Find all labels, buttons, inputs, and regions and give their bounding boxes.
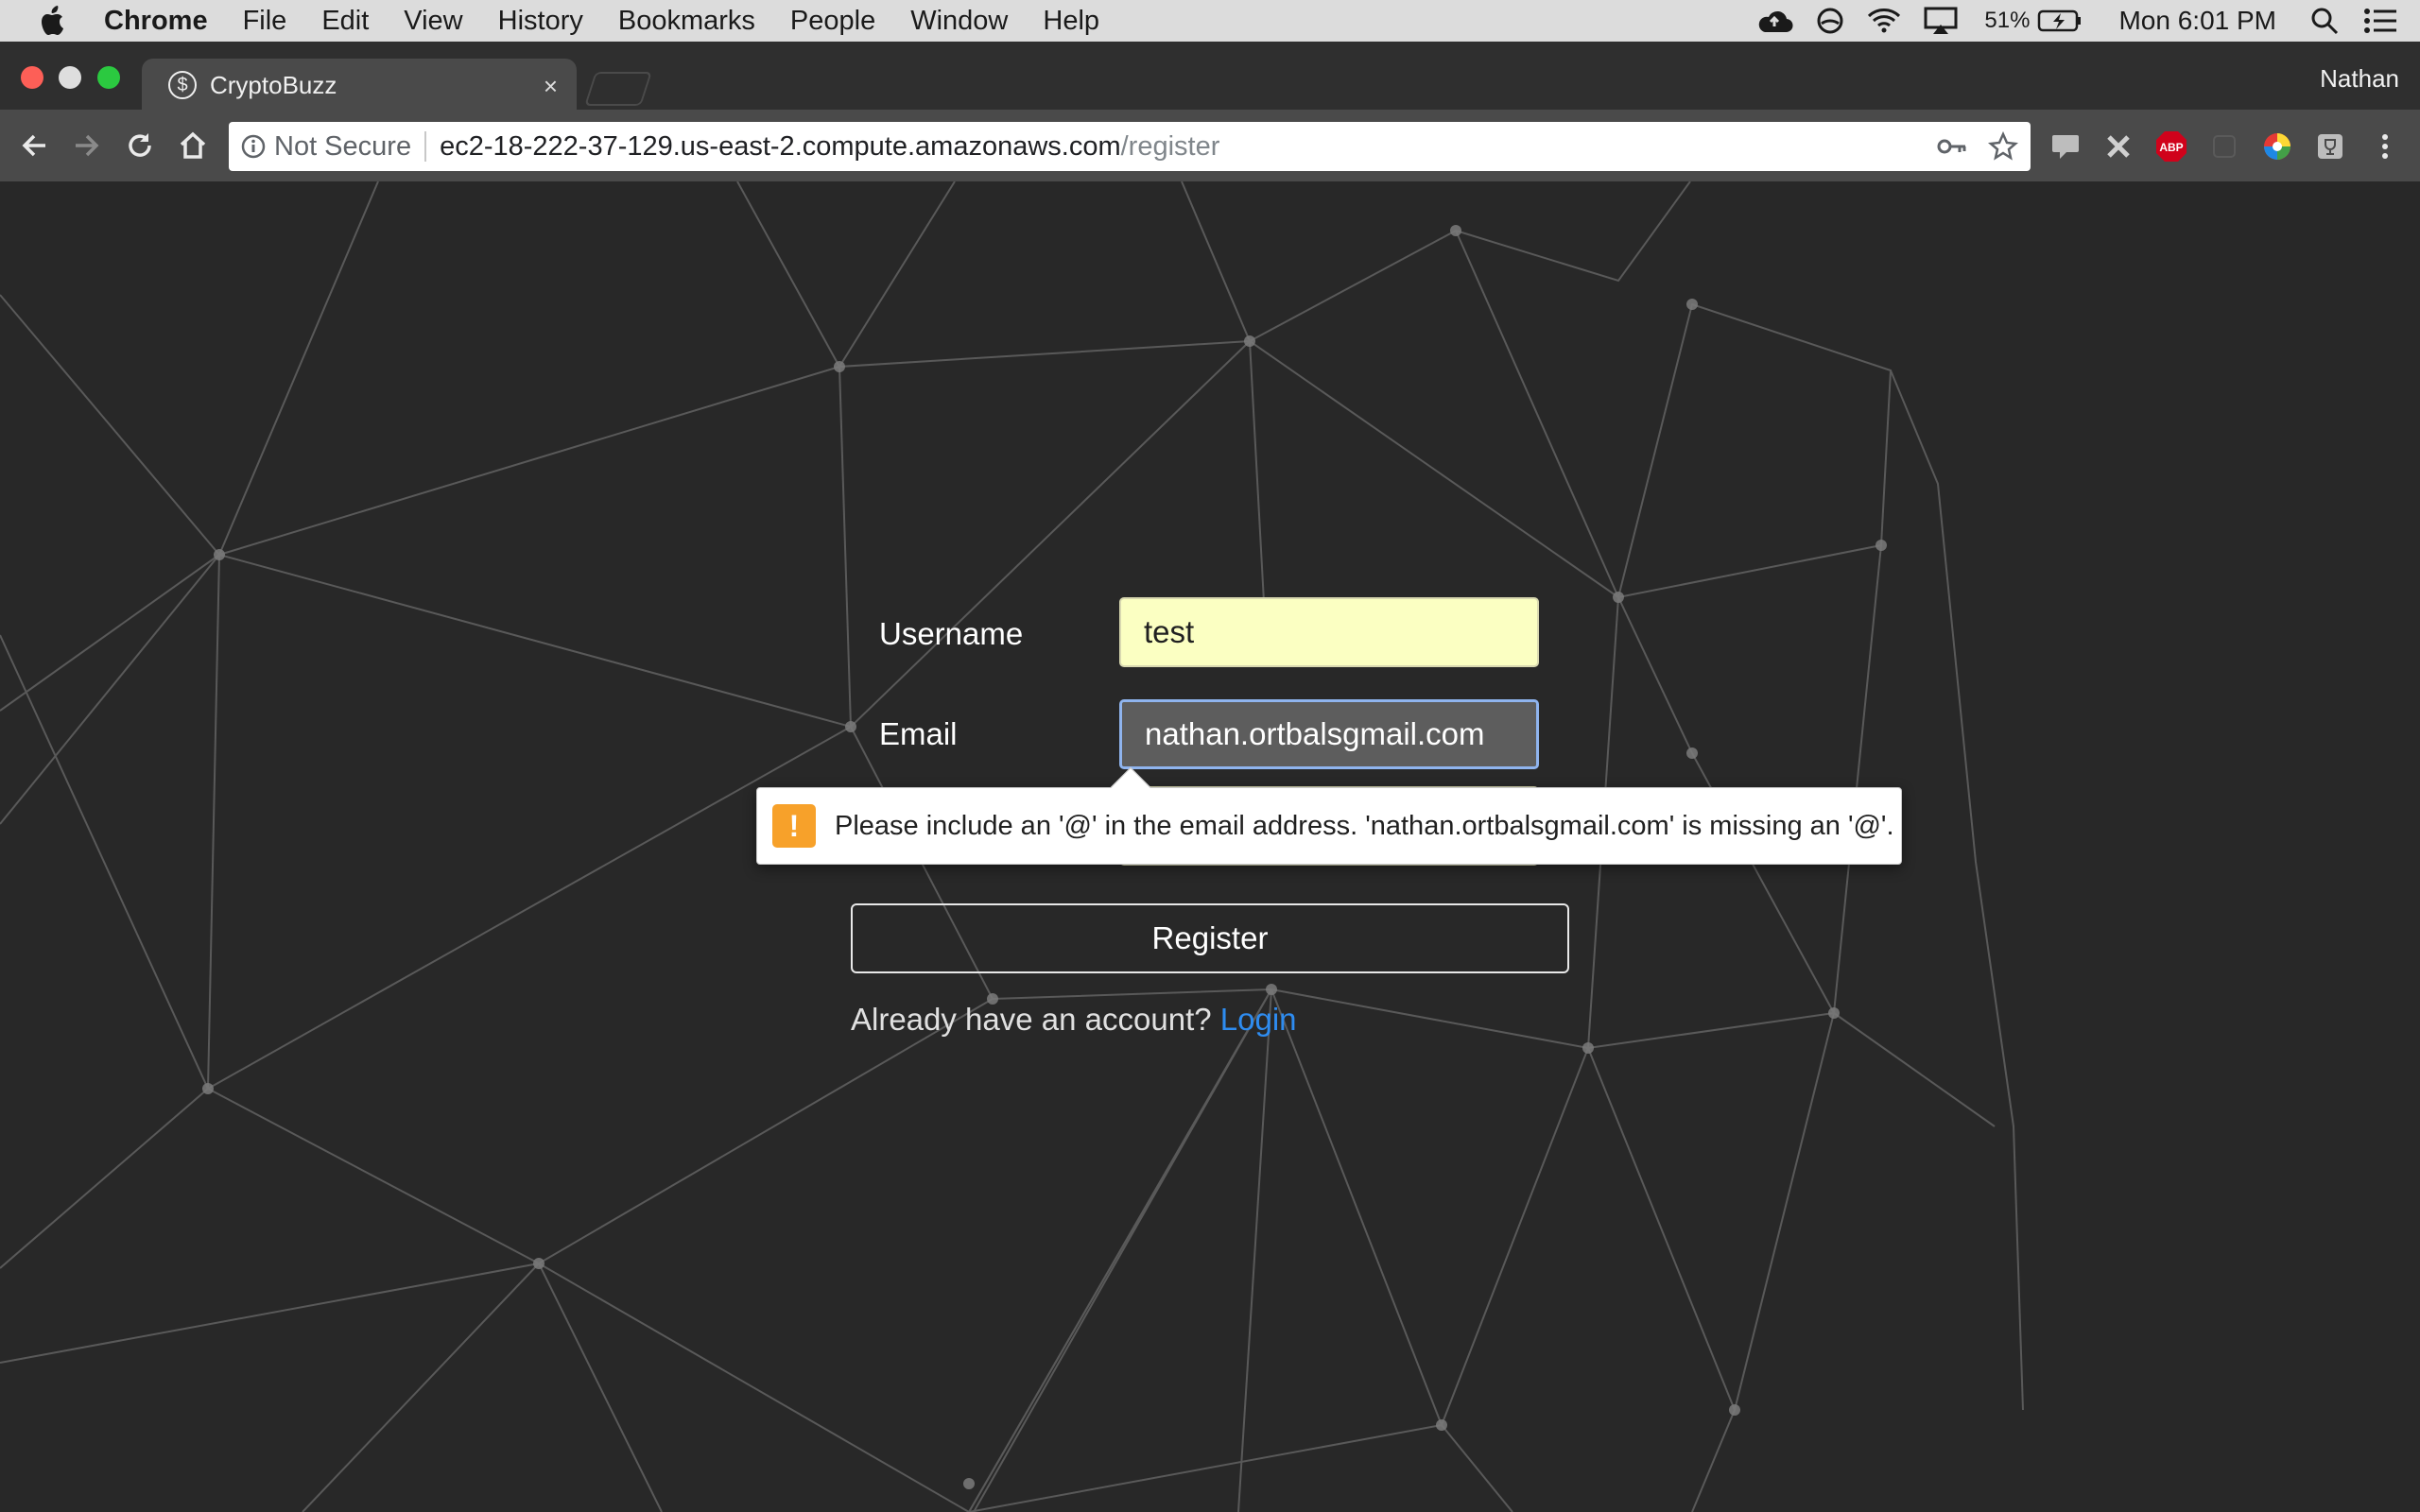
email-validation-tooltip: ! Please include an '@' in the email add… [756, 766, 1902, 865]
menu-edit[interactable]: Edit [321, 6, 369, 37]
browser-toolbar: Not Secure ec2-18-222-37-129.us-east-2.c… [0, 110, 2420, 181]
address-bar[interactable]: Not Secure ec2-18-222-37-129.us-east-2.c… [229, 122, 2031, 171]
key-icon[interactable] [1936, 131, 1968, 162]
validation-message: Please include an '@' in the email addre… [835, 810, 1894, 841]
menu-file[interactable]: File [243, 6, 287, 37]
profile-name[interactable]: Nathan [2320, 64, 2399, 94]
adblock-plus-icon[interactable]: ABP [2155, 130, 2187, 163]
apple-logo-icon[interactable] [38, 5, 70, 37]
notification-center-icon[interactable] [2363, 8, 2397, 34]
bookmark-star-icon[interactable] [1987, 130, 2019, 163]
reload-icon[interactable] [121, 127, 159, 164]
menu-help[interactable]: Help [1043, 6, 1099, 37]
username-input[interactable]: test [1119, 597, 1539, 667]
menu-bookmarks[interactable]: Bookmarks [618, 6, 755, 37]
menu-bar-status-area: 51% Mon 6:01 PM [1733, 0, 2420, 42]
spotlight-search-icon[interactable] [2310, 7, 2339, 35]
email-label: Email [879, 716, 958, 751]
dollar-coin-icon: $ [168, 71, 197, 99]
warning-icon: ! [772, 804, 816, 848]
info-icon[interactable] [240, 133, 267, 160]
macos-menu-bar: Chrome File Edit View History Bookmarks … [0, 0, 2420, 42]
trophy-extension-icon[interactable] [2314, 130, 2346, 163]
menu-bar-clock[interactable]: Mon 6:01 PM [2118, 6, 2276, 36]
menu-view[interactable]: View [404, 6, 462, 37]
url-host: ec2-18-222-37-129.us-east-2.compute.amaz… [440, 130, 1121, 162]
menu-window[interactable]: Window [910, 6, 1008, 37]
security-status[interactable]: Not Secure [274, 131, 411, 163]
tab-cryptobuzz[interactable]: $ CryptoBuzz × [142, 59, 577, 112]
forward-arrow-icon[interactable] [68, 127, 106, 164]
cloud-upload-icon[interactable] [1755, 8, 1793, 34]
new-tab-button[interactable] [584, 72, 652, 106]
adblock-label: ABP [2159, 141, 2183, 154]
login-prompt-text: Already have an account? [851, 1002, 1212, 1037]
url-path: /register [1120, 130, 1220, 162]
menu-people[interactable]: People [790, 6, 875, 37]
window-close-button[interactable] [21, 66, 43, 89]
menu-history[interactable]: History [498, 6, 583, 37]
register-button[interactable]: Register [851, 903, 1569, 973]
window-maximize-button[interactable] [97, 66, 120, 89]
battery-percent: 51% [1984, 8, 2031, 33]
back-arrow-icon[interactable] [15, 127, 53, 164]
chrome-menu-icon[interactable] [2369, 130, 2401, 163]
color-picker-extension-icon[interactable] [2261, 130, 2293, 163]
css-extension-icon[interactable] [2049, 130, 2082, 163]
tools-extension-icon[interactable] [2102, 130, 2135, 163]
window-minimize-button[interactable] [59, 66, 81, 89]
login-prompt-line: Already have an account? Login [851, 1002, 1297, 1038]
airplay-icon[interactable] [1924, 7, 1958, 35]
tab-title: CryptoBuzz [210, 70, 337, 99]
do-not-disturb-icon[interactable] [1816, 7, 1844, 35]
menu-app-chrome[interactable]: Chrome [104, 6, 208, 37]
home-icon[interactable] [174, 127, 212, 164]
email-input[interactable]: nathan.ortbalsgmail.com [1119, 699, 1539, 769]
wifi-icon[interactable] [1867, 8, 1901, 34]
disabled-extension-icon[interactable] [2208, 130, 2240, 163]
battery-charging-icon[interactable] [2037, 9, 2083, 33]
page-viewport: Username test Email nathan.ortbalsgmail.… [0, 181, 2420, 1512]
login-link[interactable]: Login [1220, 1002, 1297, 1037]
omnibox-divider [424, 131, 427, 162]
username-label: Username [879, 616, 1024, 651]
browser-tab-strip: $ CryptoBuzz × Nathan [0, 42, 2420, 112]
tab-close-icon[interactable]: × [544, 72, 558, 101]
